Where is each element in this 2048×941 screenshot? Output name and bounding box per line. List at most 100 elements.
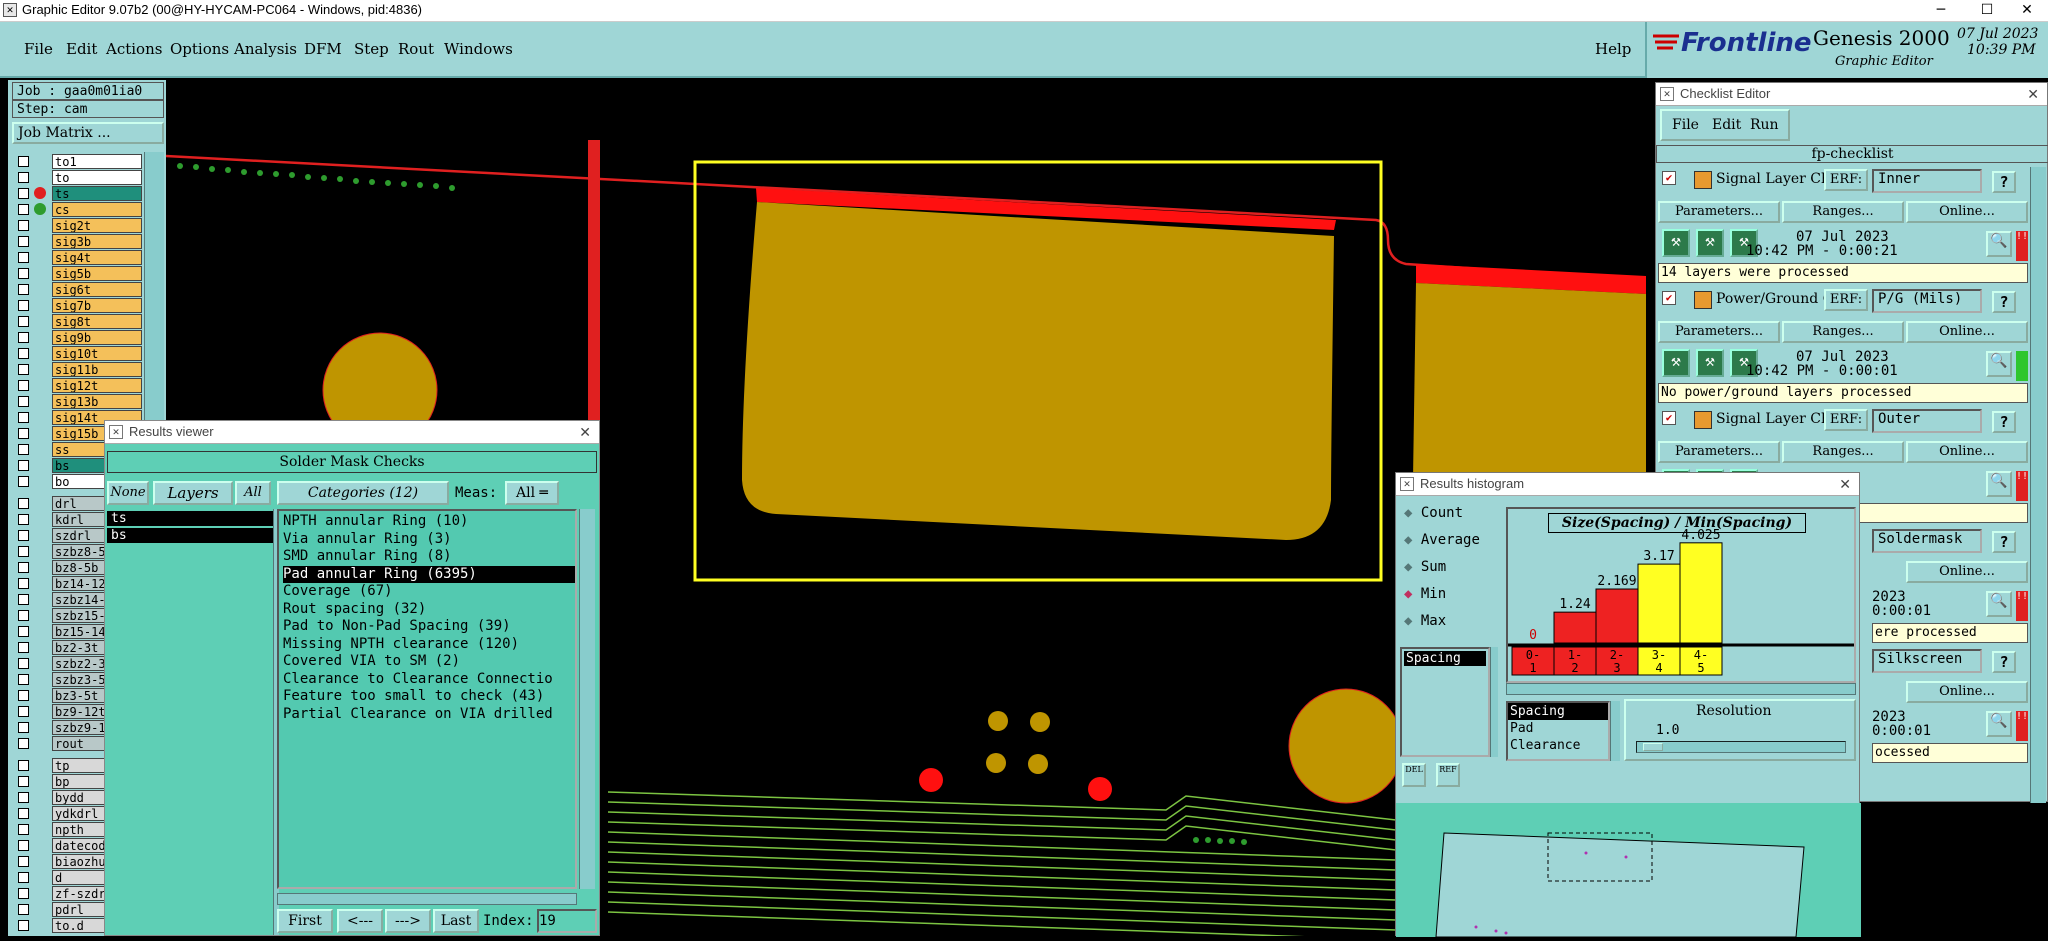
- layer-checkbox[interactable]: [18, 776, 29, 787]
- mode-radio-max[interactable]: ◆ Max: [1404, 613, 1446, 629]
- help-button[interactable]: ?: [1992, 531, 2016, 553]
- layer-item-sig12t[interactable]: sig12t: [12, 378, 142, 393]
- enable-checkbox[interactable]: ✔: [1662, 171, 1676, 185]
- mode-radio-average[interactable]: ◆ Average: [1404, 532, 1480, 548]
- list-item[interactable]: bs: [107, 528, 273, 543]
- list-item[interactable]: Clearance: [1508, 737, 1608, 754]
- enable-checkbox[interactable]: ✔: [1662, 291, 1676, 305]
- layer-checkbox[interactable]: [18, 690, 29, 701]
- layer-item-sig7b[interactable]: sig7b: [12, 298, 142, 313]
- list-item[interactable]: Spacing: [1508, 703, 1608, 720]
- panner-map[interactable]: [1396, 803, 1861, 938]
- layer-checkbox[interactable]: [18, 380, 29, 391]
- category-list-scrollbar[interactable]: [579, 509, 595, 889]
- menu-step[interactable]: Step: [354, 40, 389, 58]
- mode-radio-min[interactable]: ◆ Min: [1404, 586, 1446, 602]
- attribute-list-scrollbar[interactable]: [1490, 647, 1498, 757]
- layer-item-sig10t[interactable]: sig10t: [12, 346, 142, 361]
- layers-button[interactable]: Layers: [153, 481, 233, 505]
- category-item[interactable]: Covered VIA to SM (2): [283, 653, 575, 671]
- category-item[interactable]: Partial Clearance on VIA drilled: [283, 706, 575, 724]
- layer-name[interactable]: sig9b: [52, 330, 142, 345]
- layer-checkbox[interactable]: [18, 738, 29, 749]
- checklist-scrollbar[interactable]: [2030, 167, 2046, 803]
- help-button[interactable]: ?: [1992, 171, 2016, 193]
- menu-edit[interactable]: Edit: [66, 40, 97, 58]
- layer-item-sig13b[interactable]: sig13b: [12, 394, 142, 409]
- layer-checkbox[interactable]: [18, 626, 29, 637]
- menu-help[interactable]: Help: [1595, 40, 1631, 58]
- layer-checkbox[interactable]: [18, 530, 29, 541]
- layer-name[interactable]: ts: [52, 186, 142, 201]
- ranges-button[interactable]: Ranges...: [1782, 441, 1904, 463]
- meas-select[interactable]: All ═: [505, 481, 559, 505]
- layer-checkbox[interactable]: [18, 460, 29, 471]
- layer-checkbox[interactable]: [18, 188, 29, 199]
- ranges-button[interactable]: Ranges...: [1782, 201, 1904, 223]
- all-button[interactable]: All: [235, 481, 271, 505]
- resolution-slider[interactable]: [1636, 741, 1846, 753]
- layer-item-sig3b[interactable]: sig3b: [12, 234, 142, 249]
- histogram-hscroll[interactable]: [1506, 683, 1856, 695]
- layer-checkbox[interactable]: [18, 706, 29, 717]
- last-button[interactable]: Last: [433, 909, 479, 933]
- layer-name[interactable]: sig3b: [52, 234, 142, 249]
- layer-name[interactable]: cs: [52, 202, 142, 217]
- zoom-icon[interactable]: 🔍: [1986, 591, 2012, 617]
- layer-checkbox[interactable]: [18, 872, 29, 883]
- layer-name[interactable]: to: [52, 170, 142, 185]
- online-button[interactable]: Online...: [1906, 201, 2028, 223]
- layer-checkbox[interactable]: [18, 920, 29, 931]
- none-button[interactable]: None: [107, 481, 149, 505]
- layer-checkbox[interactable]: [18, 348, 29, 359]
- minimize-button[interactable]: ─: [1918, 0, 1964, 22]
- next-button[interactable]: --->: [385, 909, 431, 933]
- layer-checkbox[interactable]: [18, 674, 29, 685]
- zoom-icon[interactable]: 🔍: [1986, 351, 2012, 377]
- layer-name[interactable]: sig13b: [52, 394, 142, 409]
- layer-checkbox[interactable]: [18, 792, 29, 803]
- category-item[interactable]: Pad to Non-Pad Spacing (39): [283, 618, 575, 636]
- menu-actions[interactable]: Actions: [106, 40, 162, 58]
- run-icon[interactable]: ⚒: [1696, 229, 1724, 257]
- category-item[interactable]: SMD annular Ring (8): [283, 548, 575, 566]
- layer-item-sig4t[interactable]: sig4t: [12, 250, 142, 265]
- layer-name[interactable]: to1: [52, 154, 142, 169]
- layer-checkbox[interactable]: [18, 840, 29, 851]
- category-item[interactable]: Feature too small to check (43): [283, 688, 575, 706]
- category-item[interactable]: NPTH annular Ring (10): [283, 513, 575, 531]
- layer-checkbox[interactable]: [18, 856, 29, 867]
- category-hscroll[interactable]: [277, 893, 577, 905]
- layer-checkbox[interactable]: [18, 396, 29, 407]
- category-item[interactable]: Pad annular Ring (6395): [283, 565, 575, 583]
- layer-item-ts[interactable]: ts: [12, 186, 142, 201]
- close-icon[interactable]: ✕: [579, 421, 591, 443]
- layer-checkbox[interactable]: [18, 594, 29, 605]
- first-button[interactable]: First: [277, 909, 333, 933]
- layer-checkbox[interactable]: [18, 316, 29, 327]
- online-button[interactable]: Online...: [1906, 321, 2028, 343]
- layer-name[interactable]: sig10t: [52, 346, 142, 361]
- layer-checkbox[interactable]: [18, 658, 29, 669]
- close-icon[interactable]: ✕: [1839, 473, 1851, 495]
- help-button[interactable]: ?: [1992, 411, 2016, 433]
- layer-item-cs[interactable]: cs: [12, 202, 142, 217]
- cl-menu-run[interactable]: Run: [1750, 117, 1779, 133]
- list-item[interactable]: ts: [107, 511, 273, 526]
- zoom-icon[interactable]: 🔍: [1986, 711, 2012, 737]
- prev-button[interactable]: <---: [337, 909, 383, 933]
- list-item[interactable]: Pad: [1508, 720, 1608, 737]
- category-item[interactable]: Missing NPTH clearance (120): [283, 636, 575, 654]
- menu-rout[interactable]: Rout: [398, 40, 434, 58]
- online-button[interactable]: Online...: [1906, 441, 2028, 463]
- erf-field[interactable]: Inner: [1872, 169, 1982, 193]
- layer-checkbox[interactable]: [18, 824, 29, 835]
- layer-name[interactable]: sig2t: [52, 218, 142, 233]
- help-button[interactable]: ?: [1992, 291, 2016, 313]
- del-button[interactable]: DEL: [1402, 763, 1426, 787]
- erf-field[interactable]: Soldermask: [1872, 529, 1982, 553]
- menu-analysis[interactable]: Analysis: [234, 40, 297, 58]
- run-icon[interactable]: ⚒: [1662, 229, 1690, 257]
- list-item[interactable]: Spacing: [1404, 651, 1486, 666]
- menu-windows[interactable]: Windows: [444, 40, 513, 58]
